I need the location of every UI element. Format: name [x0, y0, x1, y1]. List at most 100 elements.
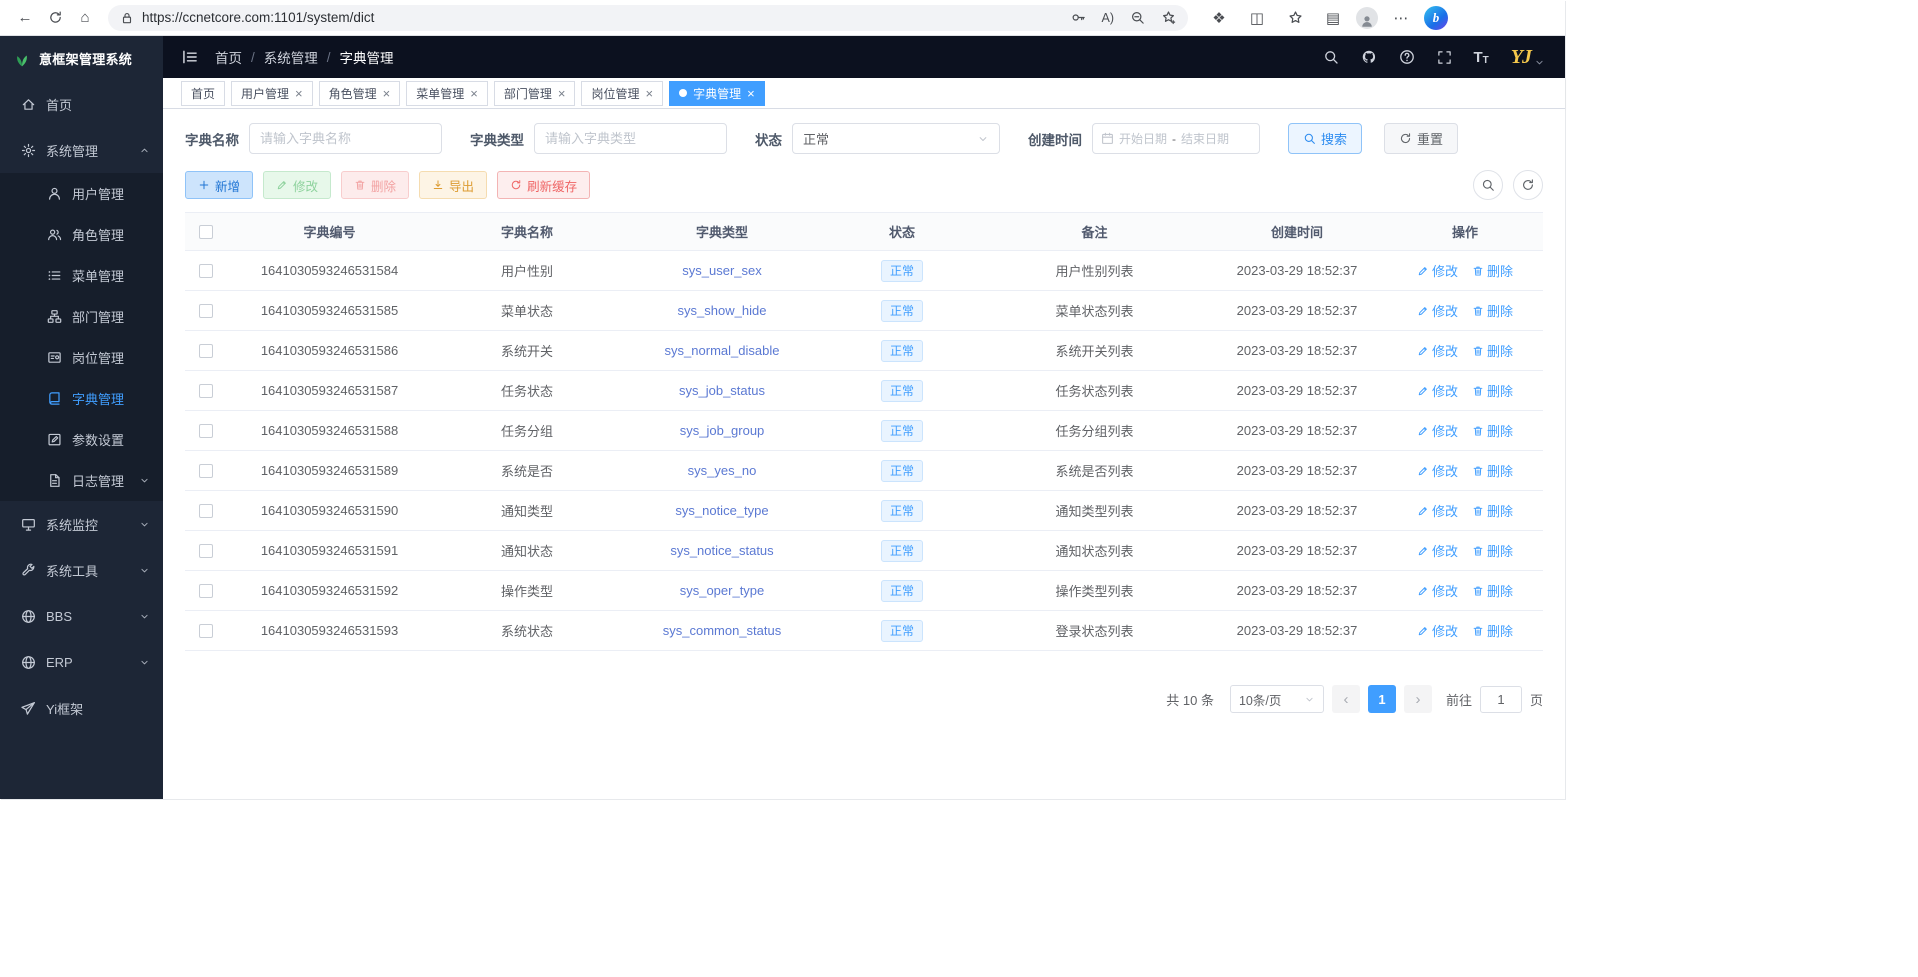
row-delete-link[interactable]: 删除 — [1472, 501, 1513, 520]
row-delete-link[interactable]: 删除 — [1472, 381, 1513, 400]
sidebar-item-menu-manage[interactable]: 菜单管理 — [0, 255, 163, 296]
sidebar-item-system-tools[interactable]: 系统工具 — [0, 547, 163, 593]
tab-close-icon[interactable]: × — [470, 87, 478, 100]
row-checkbox[interactable] — [199, 264, 213, 278]
refresh-cache-button[interactable]: 刷新缓存 — [497, 171, 590, 199]
row-delete-link[interactable]: 删除 — [1472, 261, 1513, 280]
tab-post-manage[interactable]: 岗位管理× — [581, 81, 663, 106]
dict-type-link[interactable]: sys_yes_no — [688, 463, 757, 478]
favorites-icon[interactable] — [1280, 4, 1310, 32]
goto-page-input[interactable] — [1480, 686, 1522, 713]
add-button[interactable]: 新增 — [185, 171, 253, 199]
sidebar-item-param-settings[interactable]: 参数设置 — [0, 419, 163, 460]
read-aloud-icon[interactable]: A) — [1102, 11, 1115, 25]
sidebar-item-user-manage[interactable]: 用户管理 — [0, 173, 163, 214]
profile-avatar[interactable] — [1356, 7, 1378, 29]
breadcrumb-item-home[interactable]: 首页 — [215, 47, 242, 67]
toggle-search-button[interactable] — [1473, 170, 1503, 200]
tab-role-manage[interactable]: 角色管理× — [319, 81, 401, 106]
sidebar-toggle[interactable] — [181, 48, 199, 66]
prev-page-button[interactable]: ‹ — [1332, 685, 1360, 713]
dict-type-link[interactable]: sys_notice_status — [670, 543, 773, 558]
sidebar-item-dept-manage[interactable]: 部门管理 — [0, 296, 163, 337]
sidebar-item-post-manage[interactable]: 岗位管理 — [0, 337, 163, 378]
export-button[interactable]: 导出 — [419, 171, 487, 199]
fullscreen-icon[interactable] — [1437, 50, 1452, 65]
sidebar-item-home[interactable]: 首页 — [0, 81, 163, 127]
tab-close-icon[interactable]: × — [558, 87, 566, 100]
row-checkbox[interactable] — [199, 544, 213, 558]
sidebar-item-role-manage[interactable]: 角色管理 — [0, 214, 163, 255]
row-delete-link[interactable]: 删除 — [1472, 421, 1513, 440]
home-button[interactable]: ⌂ — [70, 4, 100, 32]
dict-type-link[interactable]: sys_job_status — [679, 383, 765, 398]
start-date-placeholder[interactable]: 开始日期 — [1119, 130, 1167, 147]
row-checkbox[interactable] — [199, 504, 213, 518]
back-button[interactable]: ← — [10, 4, 40, 32]
tab-close-icon[interactable]: × — [645, 87, 653, 100]
header-search-icon[interactable] — [1323, 49, 1339, 65]
row-delete-link[interactable]: 删除 — [1472, 541, 1513, 560]
dict-name-input[interactable] — [249, 123, 442, 154]
row-edit-link[interactable]: 修改 — [1417, 621, 1458, 640]
tab-dept-manage[interactable]: 部门管理× — [494, 81, 576, 106]
collections-icon[interactable]: ▤ — [1318, 4, 1348, 32]
dict-type-link[interactable]: sys_user_sex — [682, 263, 761, 278]
row-checkbox[interactable] — [199, 584, 213, 598]
sidebar-item-system-monitor[interactable]: 系统监控 — [0, 501, 163, 547]
row-delete-link[interactable]: 删除 — [1472, 301, 1513, 320]
tab-close-icon[interactable]: × — [295, 87, 303, 100]
row-edit-link[interactable]: 修改 — [1417, 501, 1458, 520]
row-edit-link[interactable]: 修改 — [1417, 301, 1458, 320]
tab-close-icon[interactable]: × — [747, 87, 755, 100]
tab-home[interactable]: 首页 — [181, 81, 225, 106]
dict-type-input[interactable] — [534, 123, 727, 154]
row-checkbox[interactable] — [199, 624, 213, 638]
url-text[interactable]: https://ccnetcore.com:1101/system/dict — [142, 10, 1055, 25]
tab-user-manage[interactable]: 用户管理× — [231, 81, 313, 106]
row-checkbox[interactable] — [199, 344, 213, 358]
sidebar-item-bbs[interactable]: BBS — [0, 593, 163, 639]
github-icon[interactable] — [1361, 49, 1377, 65]
dict-type-link[interactable]: sys_oper_type — [680, 583, 765, 598]
row-checkbox[interactable] — [199, 384, 213, 398]
user-logo[interactable]: YJ — [1511, 46, 1545, 69]
font-size-icon[interactable]: TT — [1474, 49, 1489, 66]
row-edit-link[interactable]: 修改 — [1417, 381, 1458, 400]
end-date-placeholder[interactable]: 结束日期 — [1181, 130, 1229, 147]
row-checkbox[interactable] — [199, 424, 213, 438]
extensions-icon[interactable]: ❖ — [1204, 4, 1234, 32]
search-button[interactable]: 搜索 — [1288, 123, 1362, 154]
dict-type-link[interactable]: sys_show_hide — [678, 303, 767, 318]
copilot-icon[interactable]: b — [1424, 6, 1448, 30]
tab-menu-manage[interactable]: 菜单管理× — [406, 81, 488, 106]
row-delete-link[interactable]: 删除 — [1472, 341, 1513, 360]
current-page[interactable]: 1 — [1368, 685, 1396, 713]
sidebar-item-dict-manage[interactable]: 字典管理 — [0, 378, 163, 419]
select-all-checkbox[interactable] — [199, 225, 213, 239]
row-edit-link[interactable]: 修改 — [1417, 581, 1458, 600]
dict-type-link[interactable]: sys_job_group — [680, 423, 765, 438]
date-range-picker[interactable]: 开始日期 - 结束日期 — [1092, 123, 1260, 154]
row-edit-link[interactable]: 修改 — [1417, 541, 1458, 560]
reload-button[interactable] — [40, 4, 70, 32]
row-edit-link[interactable]: 修改 — [1417, 261, 1458, 280]
favorites-add-icon[interactable] — [1161, 10, 1176, 25]
page-size-select[interactable]: 10条/页 — [1230, 685, 1324, 713]
row-checkbox[interactable] — [199, 304, 213, 318]
row-edit-link[interactable]: 修改 — [1417, 341, 1458, 360]
sidebar-item-log-manage[interactable]: 日志管理 — [0, 460, 163, 501]
row-checkbox[interactable] — [199, 464, 213, 478]
dict-type-link[interactable]: sys_normal_disable — [665, 343, 780, 358]
row-delete-link[interactable]: 删除 — [1472, 621, 1513, 640]
sidebar-item-erp[interactable]: ERP — [0, 639, 163, 685]
refresh-table-button[interactable] — [1513, 170, 1543, 200]
delete-button[interactable]: 删除 — [341, 171, 409, 199]
row-edit-link[interactable]: 修改 — [1417, 461, 1458, 480]
row-delete-link[interactable]: 删除 — [1472, 581, 1513, 600]
next-page-button[interactable]: › — [1404, 685, 1432, 713]
dict-type-link[interactable]: sys_notice_type — [675, 503, 768, 518]
reset-button[interactable]: 重置 — [1384, 123, 1458, 154]
more-menu-icon[interactable]: ⋯ — [1386, 4, 1416, 32]
zoom-out-icon[interactable] — [1130, 10, 1145, 25]
